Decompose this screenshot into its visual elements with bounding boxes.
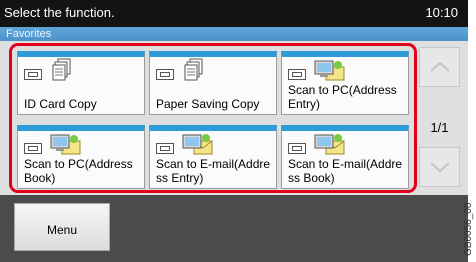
favorites-label: Favorites (6, 28, 52, 40)
menu-button[interactable]: Menu (14, 203, 110, 251)
device-screen: Select the function. 10:10 Favorites ID … (0, 0, 468, 262)
scroll-down-button[interactable] (419, 147, 460, 187)
status-bar: Select the function. 10:10 (0, 0, 468, 27)
chevron-up-icon (429, 61, 450, 72)
favorites-highlight-frame (9, 43, 417, 193)
chevron-down-icon (429, 162, 450, 173)
clock: 10:10 (425, 5, 458, 20)
screen-title: Select the function. (4, 5, 115, 20)
favorites-header: Favorites (0, 27, 468, 41)
figure-code: GB0056_00 (463, 202, 474, 256)
page-scroller: 1/1 (419, 47, 460, 187)
scroll-up-button[interactable] (419, 47, 460, 87)
page-indicator: 1/1 (430, 120, 449, 135)
